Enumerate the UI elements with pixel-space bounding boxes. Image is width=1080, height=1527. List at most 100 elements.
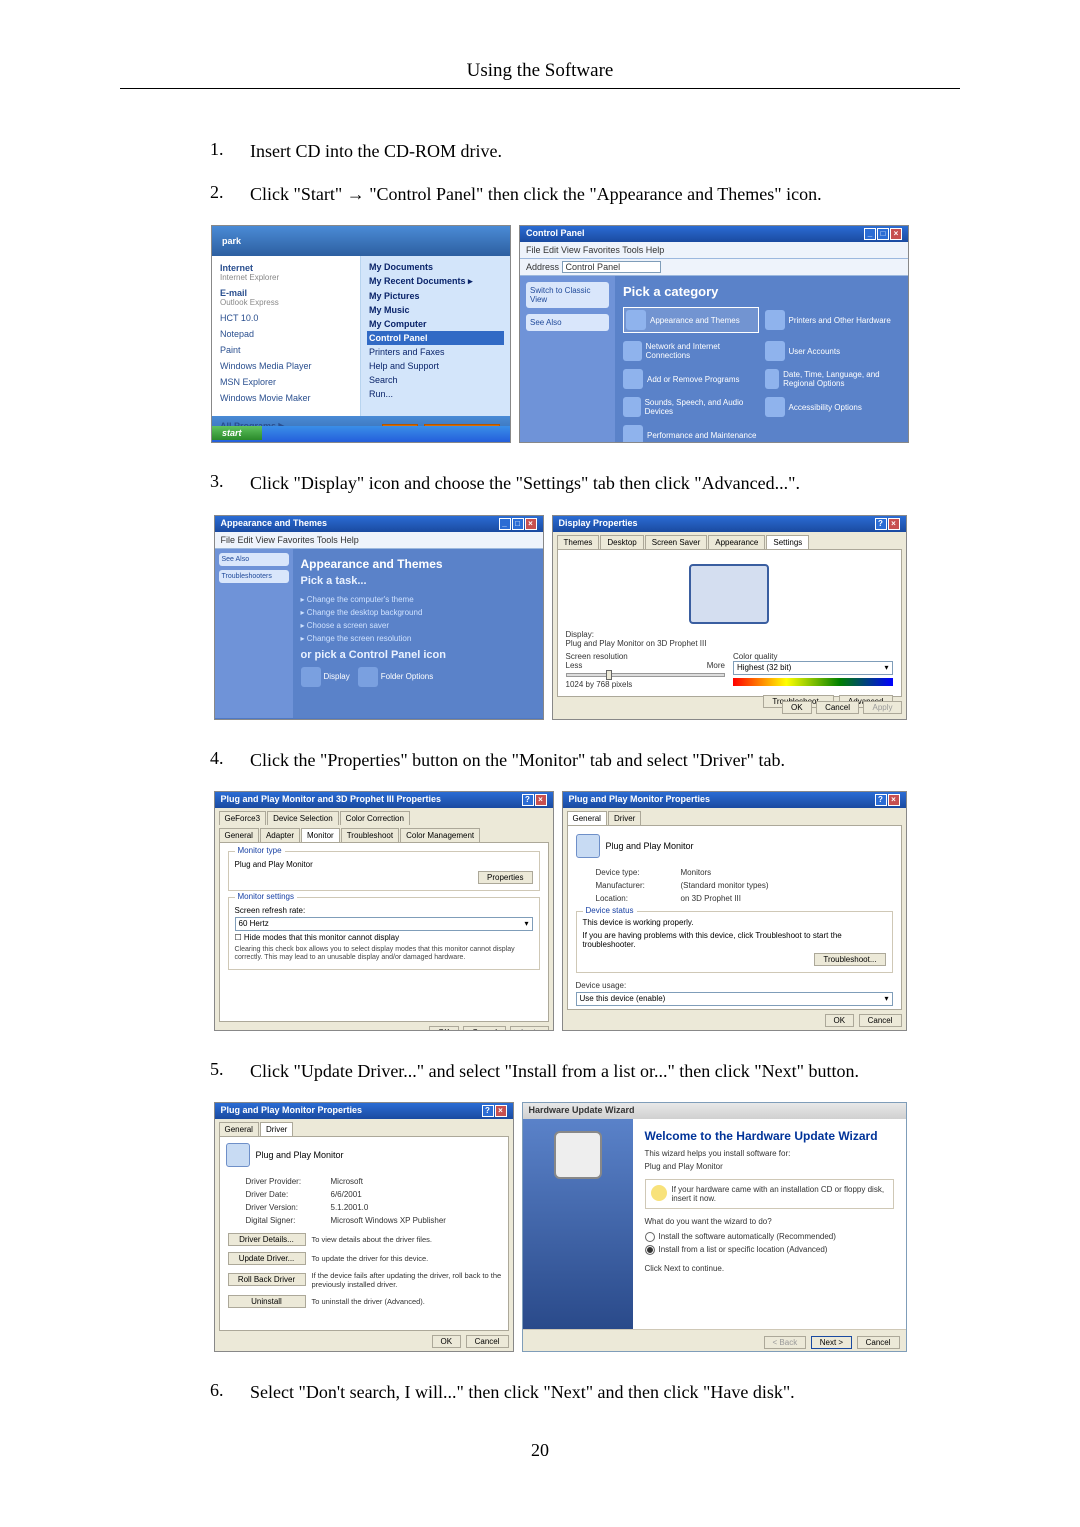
- tab-adapter[interactable]: Adapter: [260, 828, 300, 842]
- tab-themes[interactable]: Themes: [557, 535, 600, 549]
- start-button[interactable]: start: [212, 426, 262, 440]
- start-search[interactable]: Search: [367, 373, 504, 387]
- radio-list[interactable]: Install from a list or specific location…: [645, 1243, 894, 1256]
- start-recent-docs[interactable]: My Recent Documents ▸: [367, 274, 504, 289]
- step-num: 1.: [210, 139, 250, 164]
- task-ss[interactable]: ▸ Choose a screen saver: [301, 619, 535, 632]
- tab-general[interactable]: General: [219, 828, 259, 842]
- start-item-hct[interactable]: HCT 10.0: [218, 310, 354, 326]
- users-icon: [765, 341, 785, 361]
- usage-combo[interactable]: Use this device (enable)▾: [576, 992, 893, 1006]
- cat-printers[interactable]: Printers and Other Hardware: [765, 307, 901, 333]
- cat-region[interactable]: Date, Time, Language, and Regional Optio…: [765, 369, 901, 389]
- help-icon[interactable]: ?: [482, 1105, 494, 1117]
- radio-auto[interactable]: Install the software automatically (Reco…: [645, 1230, 894, 1243]
- wizard-note: If your hardware came with an installati…: [672, 1185, 888, 1203]
- task-theme[interactable]: ▸ Change the computer's theme: [301, 593, 535, 606]
- close-icon[interactable]: ×: [525, 518, 537, 530]
- cancel-button[interactable]: Cancel: [816, 701, 859, 714]
- cancel-button[interactable]: Cancel: [463, 1026, 506, 1031]
- cat-appearance[interactable]: Appearance and Themes: [623, 307, 759, 333]
- tab-general[interactable]: General: [219, 1122, 259, 1136]
- tab-appearance[interactable]: Appearance: [708, 535, 765, 549]
- tab-geforce[interactable]: GeForce3: [219, 811, 267, 825]
- start-item-internet[interactable]: InternetInternet Explorer: [218, 260, 354, 285]
- tab-general[interactable]: General: [567, 811, 607, 825]
- minimize-icon[interactable]: _: [499, 518, 511, 530]
- maximize-icon[interactable]: □: [877, 228, 889, 240]
- ok-button[interactable]: OK: [782, 701, 812, 714]
- maximize-icon[interactable]: □: [512, 518, 524, 530]
- close-icon[interactable]: ×: [888, 794, 900, 806]
- apply-button[interactable]: Apply: [510, 1026, 548, 1031]
- start-item-email[interactable]: E-mailOutlook Express: [218, 285, 354, 310]
- start-item-notepad[interactable]: Notepad: [218, 326, 354, 342]
- start-run[interactable]: Run...: [367, 387, 504, 401]
- wizard-question: What do you want the wizard to do?: [645, 1217, 894, 1226]
- cancel-button[interactable]: Cancel: [857, 1336, 900, 1349]
- start-my-pictures[interactable]: My Pictures: [367, 289, 504, 303]
- tab-trouble[interactable]: Troubleshoot: [341, 828, 399, 842]
- tab-driver[interactable]: Driver: [608, 811, 641, 825]
- close-icon[interactable]: ×: [890, 228, 902, 240]
- back-button[interactable]: < Back: [764, 1336, 807, 1349]
- resolution-slider[interactable]: [566, 673, 726, 677]
- close-icon[interactable]: ×: [888, 518, 900, 530]
- driver-details-button[interactable]: Driver Details...: [228, 1233, 306, 1246]
- apply-button[interactable]: Apply: [863, 701, 901, 714]
- refresh-combo[interactable]: 60 Hertz▾: [235, 917, 533, 931]
- tab-screensaver[interactable]: Screen Saver: [645, 535, 707, 549]
- address-bar[interactable]: Address Control Panel: [520, 259, 908, 276]
- icon-folder[interactable]: Folder Options: [358, 667, 433, 687]
- start-item-wmm[interactable]: Windows Movie Maker: [218, 390, 354, 406]
- start-control-panel[interactable]: Control Panel: [367, 331, 504, 345]
- help-icon[interactable]: ?: [522, 794, 534, 806]
- properties-button[interactable]: Properties: [478, 871, 532, 884]
- start-item-paint[interactable]: Paint: [218, 342, 354, 358]
- ok-button[interactable]: OK: [429, 1026, 459, 1031]
- start-item-msn[interactable]: MSN Explorer: [218, 374, 354, 390]
- tab-monitor[interactable]: Monitor: [301, 828, 340, 842]
- color-quality-combo[interactable]: Highest (32 bit)▾: [733, 661, 893, 675]
- uninstall-button[interactable]: Uninstall: [228, 1295, 306, 1308]
- cat-users[interactable]: User Accounts: [765, 341, 901, 361]
- start-my-computer[interactable]: My Computer: [367, 317, 504, 331]
- rollback-driver-button[interactable]: Roll Back Driver: [228, 1273, 306, 1286]
- tab-settings[interactable]: Settings: [766, 535, 809, 549]
- update-driver-button[interactable]: Update Driver...: [228, 1252, 306, 1265]
- next-button[interactable]: Next >: [811, 1336, 852, 1349]
- task-bg[interactable]: ▸ Change the desktop background: [301, 606, 535, 619]
- minimize-icon[interactable]: _: [864, 228, 876, 240]
- cat-network[interactable]: Network and Internet Connections: [623, 341, 759, 361]
- cat-perf[interactable]: Performance and Maintenance: [623, 425, 759, 443]
- cancel-button[interactable]: Cancel: [859, 1014, 902, 1027]
- start-my-documents[interactable]: My Documents: [367, 260, 504, 274]
- appearance-themes-screenshot: Appearance and Themes _□× File Edit View…: [214, 515, 544, 720]
- start-my-music[interactable]: My Music: [367, 303, 504, 317]
- close-icon[interactable]: ×: [535, 794, 547, 806]
- side-panel-switch[interactable]: Switch to Classic View: [526, 282, 609, 308]
- icon-display[interactable]: Display: [301, 667, 350, 687]
- cat-sounds[interactable]: Sounds, Speech, and Audio Devices: [623, 397, 759, 417]
- start-item-wmp[interactable]: Windows Media Player: [218, 358, 354, 374]
- help-icon[interactable]: ?: [875, 794, 887, 806]
- close-icon[interactable]: ×: [495, 1105, 507, 1117]
- ok-button[interactable]: OK: [432, 1335, 462, 1348]
- help-icon[interactable]: ?: [875, 518, 887, 530]
- cancel-button[interactable]: Cancel: [466, 1335, 509, 1348]
- tab-devsel[interactable]: Device Selection: [267, 811, 339, 825]
- troubleshoot-button[interactable]: Troubleshoot...: [814, 953, 885, 966]
- cat-addremove[interactable]: Add or Remove Programs: [623, 369, 759, 389]
- hide-modes-checkbox[interactable]: ☐ Hide modes that this monitor cannot di…: [235, 931, 533, 944]
- task-res[interactable]: ▸ Change the screen resolution: [301, 632, 535, 645]
- ok-button[interactable]: OK: [825, 1014, 855, 1027]
- network-icon: [623, 341, 642, 361]
- tab-desktop[interactable]: Desktop: [600, 535, 643, 549]
- tab-driver[interactable]: Driver: [260, 1122, 293, 1136]
- start-printers[interactable]: Printers and Faxes: [367, 345, 504, 359]
- cat-access[interactable]: Accessibility Options: [765, 397, 901, 417]
- window-title: Hardware Update Wizard: [529, 1105, 635, 1117]
- tab-colmgmt[interactable]: Color Management: [400, 828, 480, 842]
- tab-colcorr[interactable]: Color Correction: [340, 811, 410, 825]
- start-help[interactable]: Help and Support: [367, 359, 504, 373]
